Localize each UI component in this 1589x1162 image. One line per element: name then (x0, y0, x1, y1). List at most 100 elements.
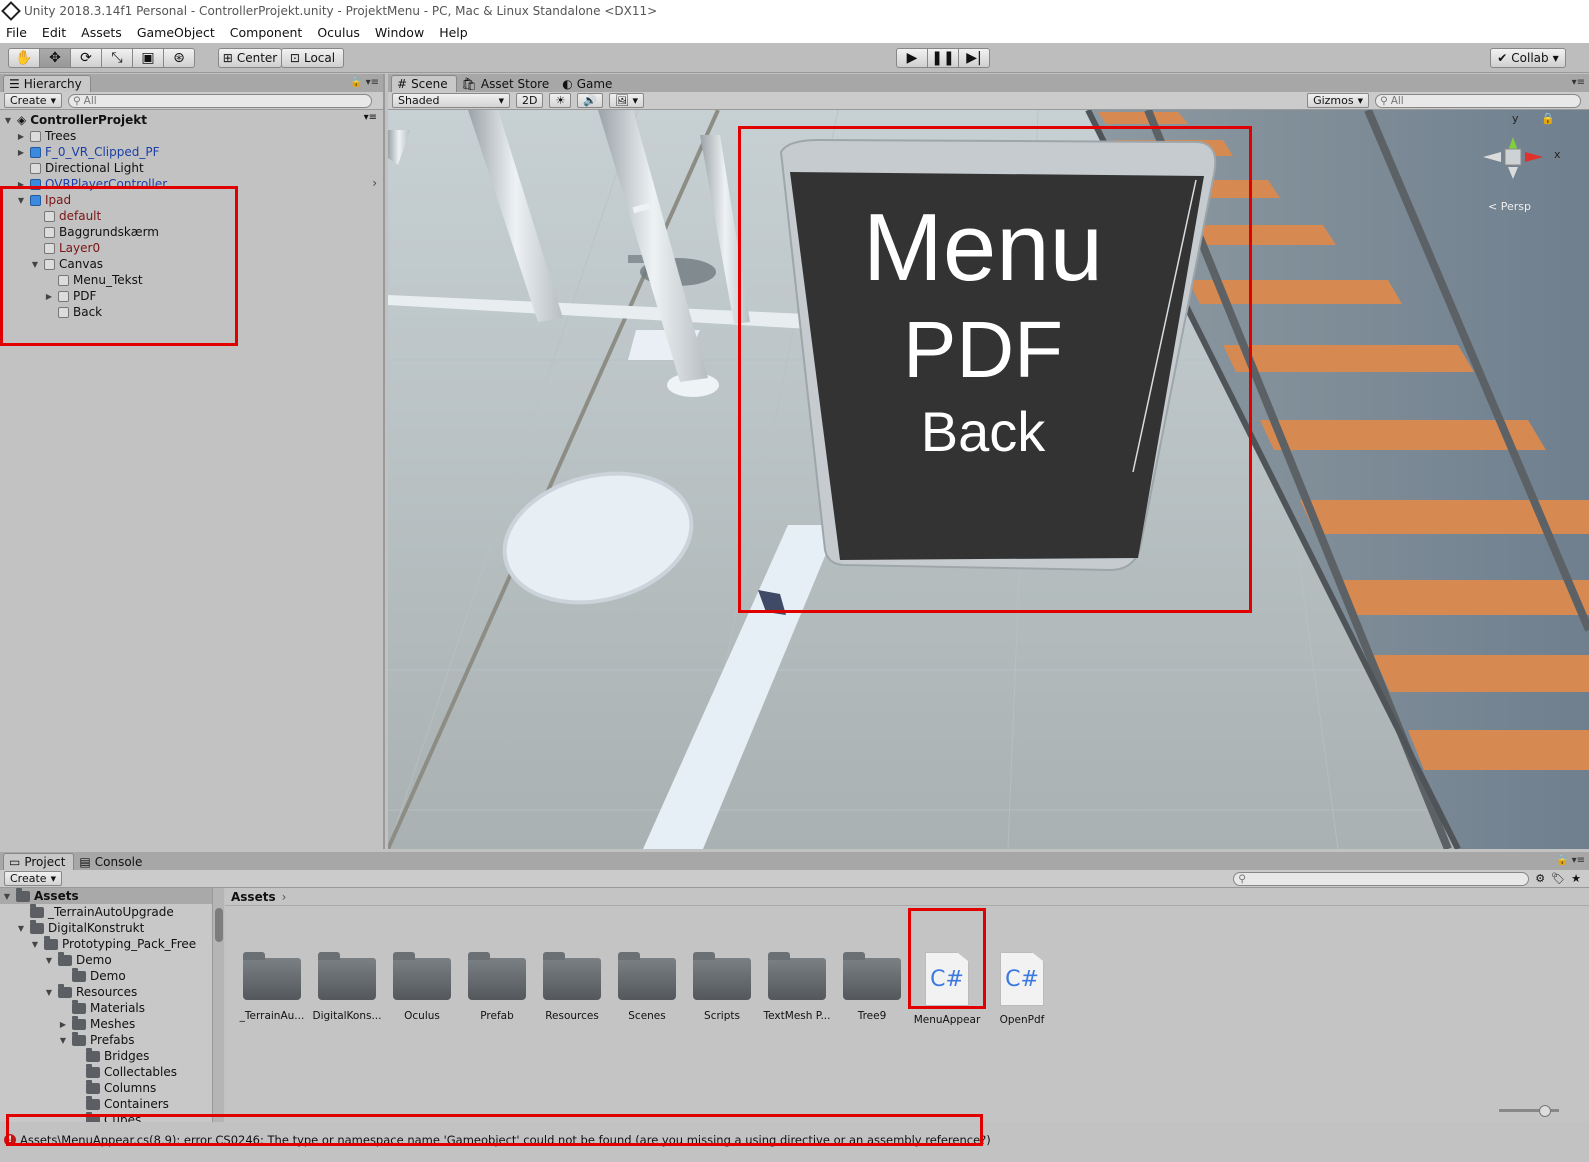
hierarchy-item-menu-tekst[interactable]: Menu_Tekst (44, 272, 143, 288)
hierarchy-item-ipad[interactable]: ▼ Ipad (16, 192, 71, 208)
tab-asset-store[interactable]: 🛍 Asset Store (457, 75, 558, 92)
scene-root-row[interactable]: ▼ ◈ ControllerProjekt (3, 112, 147, 128)
project-create-button[interactable]: Create ▼ (4, 871, 62, 886)
filter-label-icon[interactable]: 🏷 (1551, 872, 1565, 885)
hierarchy-item-directional-light[interactable]: Directional Light (16, 160, 144, 176)
hierarchy-item-f0-vr-clipped[interactable]: ▶ F_0_VR_Clipped_PF (16, 144, 160, 160)
expand-arrow-icon[interactable]: ▶ (16, 132, 26, 141)
gizmo-lock-icon[interactable]: 🔒 (1541, 112, 1555, 125)
move-tool-icon[interactable]: ✥ (39, 48, 71, 68)
scale-tool-icon[interactable]: ⤡ (101, 48, 133, 68)
hierarchy-item-baggrundskaerm[interactable]: Baggrundskærm (30, 224, 159, 240)
panel-menu-icon[interactable]: ▾≡ (1572, 77, 1585, 88)
expand-arrow-icon[interactable]: ▼ (44, 956, 54, 965)
expand-arrow-icon[interactable]: ▶ (16, 180, 26, 189)
tree-scrollbar[interactable] (212, 888, 224, 1122)
tree-item-prefabs[interactable]: ▼ Prefabs (58, 1031, 135, 1048)
tree-item-columns[interactable]: Columns (72, 1079, 156, 1096)
asset-folder-digitalkonstrukt[interactable]: DigitalKons... (310, 948, 384, 1032)
rotate-tool-icon[interactable]: ⟳ (70, 48, 102, 68)
hierarchy-item-ovrplayercontroller[interactable]: ▶ OVRPlayerController (16, 176, 167, 192)
tree-item-resources[interactable]: ▼ Resources (44, 983, 137, 1000)
pivot-local-button[interactable]: ⊡ Local (281, 48, 344, 68)
play-icon[interactable]: ▶ (896, 48, 928, 68)
transform-tool-icon[interactable]: ⊛ (163, 48, 195, 68)
tab-scene[interactable]: # Scene (391, 75, 457, 92)
expand-arrow-icon[interactable]: ▼ (16, 196, 26, 205)
expand-arrow-icon[interactable]: ▼ (16, 924, 26, 933)
hierarchy-search-input[interactable]: ⚲ All (67, 93, 372, 108)
collab-button[interactable]: ✔ Collab ▼ (1490, 48, 1566, 68)
tree-item-assets[interactable]: ▼ Assets (2, 888, 79, 904)
asset-folder-terrainautoupgrade[interactable]: _TerrainAu... (235, 948, 309, 1032)
tree-item-bridges[interactable]: Bridges (72, 1047, 149, 1064)
gizmos-dropdown[interactable]: Gizmos ▼ (1307, 93, 1369, 108)
hierarchy-item-canvas[interactable]: ▼ Canvas (30, 256, 103, 272)
chevron-right-icon[interactable]: › (372, 176, 377, 190)
tab-project[interactable]: ▭ Project (3, 853, 75, 870)
tab-console[interactable]: ▤ Console (74, 853, 150, 870)
tree-item-collectables[interactable]: Collectables (72, 1063, 177, 1080)
audio-toggle-icon[interactable]: 🔊 (577, 93, 604, 108)
tree-item-demo[interactable]: ▼ Demo (44, 951, 112, 968)
menu-gameobject[interactable]: GameObject (137, 25, 215, 40)
breadcrumb-assets[interactable]: Assets (231, 890, 276, 904)
expand-arrow-icon[interactable]: ▶ (44, 292, 54, 301)
expand-arrow-icon[interactable]: ▼ (44, 988, 54, 997)
asset-folder-scripts[interactable]: Scripts (685, 948, 759, 1032)
asset-folder-oculus[interactable]: Oculus (385, 948, 459, 1032)
create-button[interactable]: Create ▼ (4, 93, 62, 108)
panel-menu-icon[interactable]: 🔒 ▾≡ (350, 77, 379, 88)
asset-folder-tree9[interactable]: Tree9 (835, 948, 909, 1032)
tree-item-containers[interactable]: Containers (72, 1095, 169, 1112)
menu-window[interactable]: Window (375, 25, 424, 40)
shading-mode-dropdown[interactable]: Shaded ▼ (392, 93, 510, 108)
tree-item-prototyping-pack[interactable]: ▼ Prototyping_Pack_Free (30, 935, 196, 952)
lighting-toggle-icon[interactable]: ☀ (549, 93, 572, 108)
hierarchy-item-trees[interactable]: ▶ Trees (16, 128, 76, 144)
scene-search-input[interactable]: ⚲ All (1375, 93, 1581, 108)
expand-arrow-icon[interactable]: ▶ (58, 1020, 68, 1029)
scene-menu-icon[interactable]: ▾≡ (364, 112, 377, 123)
expand-arrow-icon[interactable]: ▼ (2, 892, 12, 901)
icon-size-slider[interactable] (1499, 1105, 1559, 1117)
asset-folder-scenes[interactable]: Scenes (610, 948, 684, 1032)
persp-label[interactable]: < Persp (1488, 200, 1531, 213)
tree-item-digitalkonstrukt[interactable]: ▼ DigitalKonstrukt (16, 919, 144, 936)
menu-component[interactable]: Component (230, 25, 303, 40)
tab-hierarchy[interactable]: ☰ Hierarchy (3, 75, 91, 92)
menu-edit[interactable]: Edit (42, 25, 66, 40)
asset-script-openpdf[interactable]: C# OpenPdf (985, 948, 1059, 1032)
hierarchy-item-pdf[interactable]: ▶ PDF (44, 288, 96, 304)
tree-scroll-thumb[interactable] (215, 908, 223, 942)
step-icon[interactable]: ▶| (958, 48, 990, 68)
project-search-input[interactable]: ⚲ (1233, 871, 1530, 886)
tab-game[interactable]: ◐ Game (557, 75, 620, 92)
hand-tool-icon[interactable]: ✋ (8, 48, 40, 68)
expand-arrow-icon[interactable]: ▶ (16, 148, 26, 157)
menu-assets[interactable]: Assets (81, 25, 122, 40)
tree-item-materials[interactable]: Materials (58, 999, 145, 1016)
favorite-star-icon[interactable]: ★ (1571, 872, 1581, 885)
asset-script-menuappear[interactable]: C# MenuAppear (910, 948, 984, 1032)
panel-menu-icon[interactable]: 🔒 ▾≡ (1556, 855, 1585, 866)
toggle-2d-button[interactable]: 2D (516, 93, 544, 108)
asset-folder-textmesh-pro[interactable]: TextMesh P... (760, 948, 834, 1032)
tree-item-terrainautoupgrade[interactable]: _TerrainAutoUpgrade (16, 903, 174, 920)
expand-arrow-icon[interactable]: ▼ (30, 940, 40, 949)
hierarchy-item-default[interactable]: default (30, 208, 101, 224)
asset-folder-prefab[interactable]: Prefab (460, 948, 534, 1032)
scene-viewport[interactable]: Menu PDF Back y x 🔒 < Persp (388, 110, 1589, 849)
filter-type-icon[interactable]: ⚙ (1535, 872, 1545, 885)
tree-item-cubes[interactable]: Cubes (72, 1111, 141, 1122)
pause-icon[interactable]: ❚❚ (927, 48, 959, 68)
menu-file[interactable]: File (6, 25, 27, 40)
console-error-line[interactable]: ! Assets\MenuAppear.cs(8,9): error CS024… (0, 1126, 1589, 1154)
expand-arrow-icon[interactable]: ▼ (58, 1036, 68, 1045)
hierarchy-item-back[interactable]: Back (44, 304, 102, 320)
pivot-center-button[interactable]: ⊞ Center (218, 48, 282, 68)
expand-arrow-icon[interactable]: ▼ (3, 116, 13, 125)
asset-folder-resources[interactable]: Resources (535, 948, 609, 1032)
menu-help[interactable]: Help (439, 25, 468, 40)
tree-item-demo-sub[interactable]: Demo (58, 967, 126, 984)
